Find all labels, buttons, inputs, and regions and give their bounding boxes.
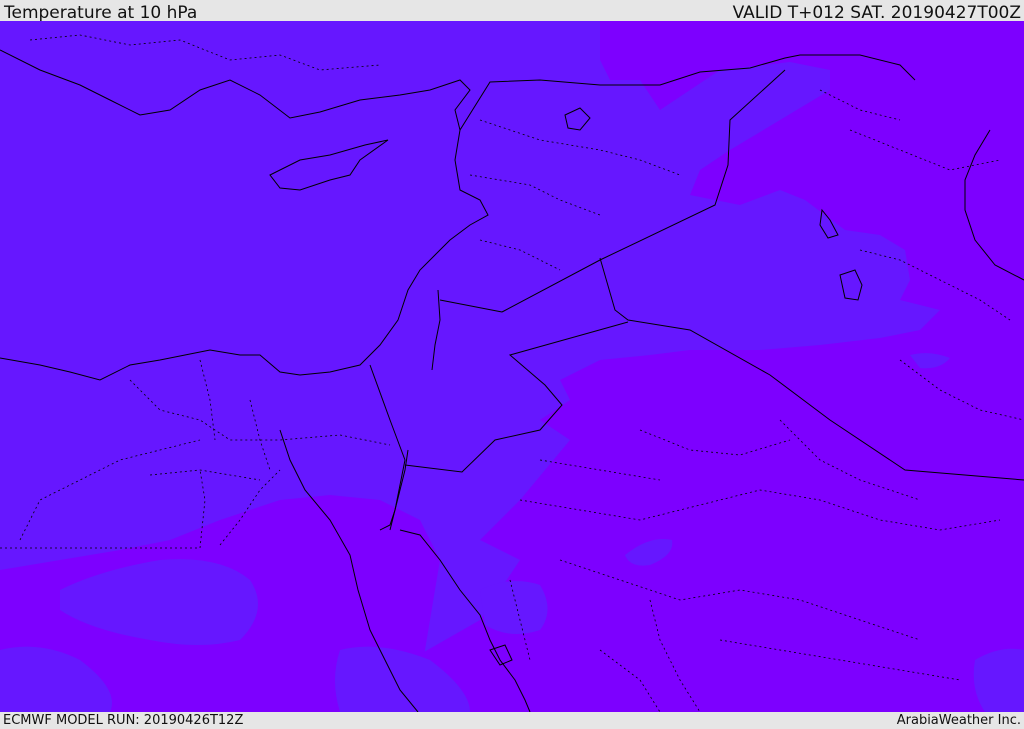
map-title: Temperature at 10 hPa bbox=[4, 3, 198, 23]
weather-map-frame: Temperature at 10 hPa VALID T+012 SAT. 2… bbox=[0, 0, 1024, 729]
footer-bar: ECMWF MODEL RUN: 20190426T12Z ArabiaWeat… bbox=[0, 712, 1024, 729]
map-area bbox=[0, 21, 1024, 712]
credit-label: ArabiaWeather Inc. bbox=[896, 713, 1021, 728]
valid-time-label: VALID T+012 SAT. 20190427T00Z bbox=[732, 3, 1021, 23]
header-bar: Temperature at 10 hPa VALID T+012 SAT. 2… bbox=[0, 0, 1024, 23]
model-run-label: ECMWF MODEL RUN: 20190426T12Z bbox=[3, 713, 244, 728]
